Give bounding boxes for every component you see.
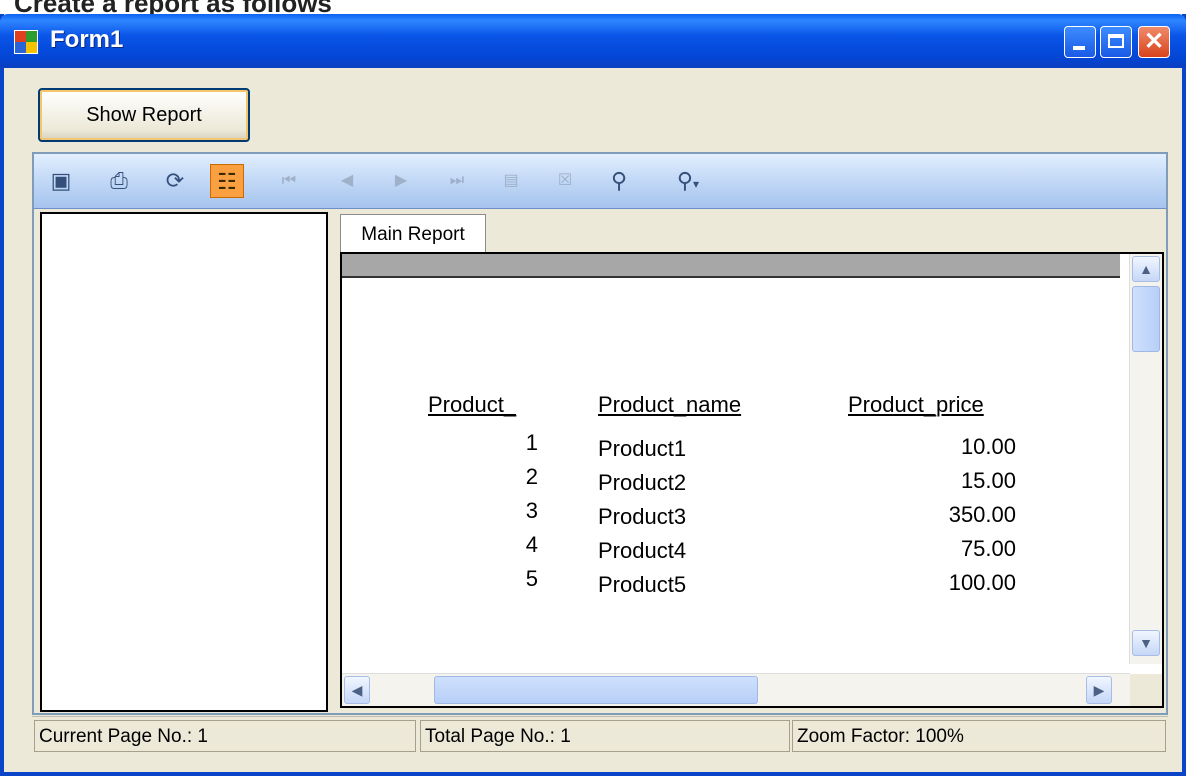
close-current-view-icon[interactable]: ☒: [548, 164, 582, 198]
cell-product-price: 350.00: [948, 502, 1016, 527]
toggle-group-tree-icon[interactable]: ☷: [210, 164, 244, 198]
cell-product-id: 4: [525, 532, 538, 557]
cell-product-name: Product5: [598, 572, 687, 597]
maximize-icon: [1108, 34, 1124, 48]
scroll-left-icon[interactable]: ◀: [344, 676, 370, 704]
tab-main-report[interactable]: Main Report: [340, 214, 486, 254]
print-icon[interactable]: ⎙: [102, 164, 136, 198]
minimize-icon: [1073, 46, 1085, 50]
window-title: Form1: [50, 26, 124, 53]
last-page-icon[interactable]: ⏭: [440, 164, 474, 198]
maximize-button[interactable]: [1100, 26, 1132, 58]
column-header-product-name: Product_name: [598, 392, 742, 417]
cell-product-name: Product3: [598, 504, 687, 529]
refresh-icon[interactable]: ⟳: [158, 164, 192, 198]
status-bar: Current Page No.: 1 Total Page No.: 1 Zo…: [32, 716, 1168, 755]
next-page-icon[interactable]: ▶: [384, 164, 418, 198]
cell-product-price: 10.00: [960, 434, 1016, 459]
title-bar[interactable]: Form1 ✕: [0, 14, 1186, 68]
cell-product-price: 100.00: [948, 570, 1016, 595]
column-header-product-id: Product_: [428, 392, 517, 417]
status-total-page: Total Page No.: 1: [420, 720, 790, 752]
close-icon: ✕: [1143, 28, 1165, 55]
zoom-icon[interactable]: ⚲▾: [658, 164, 718, 198]
cell-product-id: 2: [525, 464, 538, 489]
scroll-up-icon[interactable]: ▲: [1132, 256, 1160, 282]
cell-product-price: 75.00: [960, 536, 1016, 561]
close-button[interactable]: ✕: [1138, 26, 1170, 58]
goto-page-icon[interactable]: ▤: [494, 164, 528, 198]
export-icon[interactable]: ▣: [44, 164, 78, 198]
previous-page-icon[interactable]: ◀: [330, 164, 364, 198]
scroll-right-icon[interactable]: ▶: [1086, 676, 1112, 704]
cell-product-name: Product2: [598, 470, 687, 495]
scroll-down-icon[interactable]: ▼: [1132, 630, 1160, 656]
report-view[interactable]: Product_ Product_name Product_price 1 Pr…: [340, 252, 1164, 708]
app-icon: [14, 30, 38, 54]
cell-product-id: 1: [525, 430, 538, 455]
cell-product-price: 15.00: [960, 468, 1016, 493]
horizontal-scrollbar[interactable]: ◀ ▶: [342, 673, 1130, 706]
page-top-band: [342, 254, 1120, 278]
column-header-product-price: Product_price: [848, 392, 984, 417]
cell-product-name: Product4: [598, 538, 687, 563]
first-page-icon[interactable]: ⏮: [272, 164, 306, 198]
group-tree-panel[interactable]: [40, 212, 328, 712]
crystal-report-viewer: ▣ ⎙ ⟳ ☷ ⏮ ◀ ▶ ⏭ ▤ ☒ ⚲ ⚲▾ Main Report Pro…: [32, 152, 1168, 715]
cell-product-name: Product1: [598, 436, 687, 461]
status-zoom-factor: Zoom Factor: 100%: [792, 720, 1166, 752]
vertical-scroll-thumb[interactable]: [1132, 286, 1160, 352]
cell-product-id: 3: [525, 498, 538, 523]
show-report-button[interactable]: Show Report: [38, 88, 250, 142]
status-current-page: Current Page No.: 1: [34, 720, 416, 752]
find-text-icon[interactable]: ⚲: [602, 164, 636, 198]
minimize-button[interactable]: [1064, 26, 1096, 58]
cell-product-id: 5: [525, 566, 538, 591]
vertical-scrollbar[interactable]: ▲ ▼: [1129, 254, 1162, 664]
viewer-toolbar: ▣ ⎙ ⟳ ☷ ⏮ ◀ ▶ ⏭ ▤ ☒ ⚲ ⚲▾: [34, 154, 1166, 209]
scrollbar-corner: [1130, 674, 1162, 706]
horizontal-scroll-thumb[interactable]: [434, 676, 758, 704]
